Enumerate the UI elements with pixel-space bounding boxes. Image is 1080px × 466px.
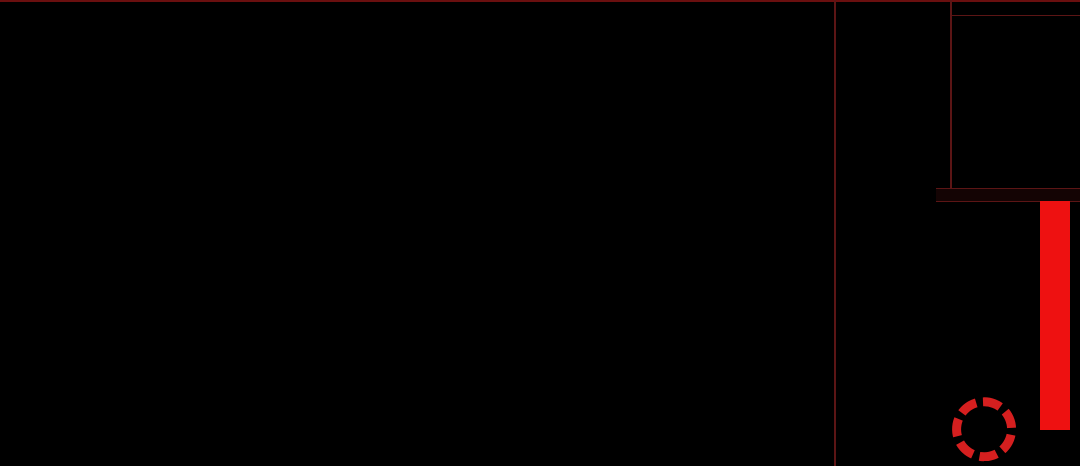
order-book [836, 0, 950, 240]
tick-list-header[interactable] [936, 188, 1080, 202]
kline-chart[interactable] [0, 0, 834, 466]
quote-panel [952, 18, 1080, 188]
watermark-gear-icon [952, 397, 1017, 462]
trading-terminal [0, 0, 1080, 466]
watermark [911, 382, 1080, 466]
title-underline [952, 15, 1080, 16]
